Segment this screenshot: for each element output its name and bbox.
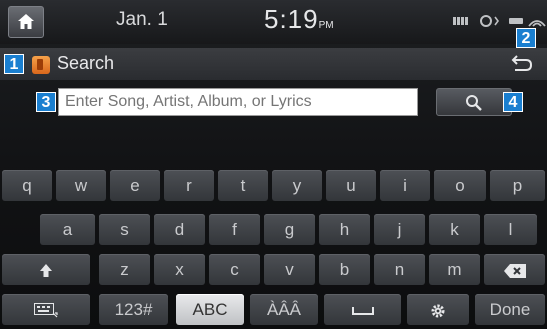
key-d[interactable]: d bbox=[154, 214, 205, 245]
keyboard-hide-icon bbox=[34, 302, 58, 317]
key-w[interactable]: w bbox=[56, 170, 106, 201]
key-a[interactable]: a bbox=[40, 214, 95, 245]
key-m[interactable]: m bbox=[429, 254, 480, 285]
keyboard-hide-key[interactable] bbox=[2, 294, 90, 325]
space-key[interactable] bbox=[324, 294, 401, 325]
ampm-label: PM bbox=[318, 20, 334, 31]
key-r[interactable]: r bbox=[164, 170, 214, 201]
key-b[interactable]: b bbox=[319, 254, 370, 285]
page-title: Search bbox=[57, 53, 115, 73]
key-z[interactable]: z bbox=[99, 254, 150, 285]
settings-icon bbox=[431, 304, 445, 318]
abc-key[interactable]: ABC bbox=[176, 294, 244, 325]
key-y[interactable]: y bbox=[272, 170, 322, 201]
key-i[interactable]: i bbox=[380, 170, 430, 201]
key-k[interactable]: k bbox=[429, 214, 480, 245]
callout-badge-2: 2 bbox=[516, 28, 536, 48]
callout-badge-3: 3 bbox=[36, 92, 56, 112]
key-e[interactable]: e bbox=[110, 170, 160, 201]
shift-icon bbox=[40, 264, 52, 278]
key-h[interactable]: h bbox=[319, 214, 370, 245]
search-button[interactable] bbox=[436, 88, 512, 116]
backspace-key[interactable] bbox=[484, 254, 545, 285]
app-icon bbox=[32, 56, 50, 74]
time-label: 5:19 bbox=[264, 4, 319, 34]
search-input[interactable] bbox=[58, 88, 418, 116]
back-icon[interactable] bbox=[511, 54, 533, 72]
key-x[interactable]: x bbox=[154, 254, 205, 285]
numbers-key[interactable]: 123# bbox=[99, 294, 168, 325]
date-label: Jan. 1 bbox=[116, 9, 168, 30]
title-bar: Search bbox=[0, 48, 547, 80]
home-icon bbox=[18, 14, 34, 29]
key-o[interactable]: o bbox=[434, 170, 486, 201]
callout-badge-4: 4 bbox=[503, 92, 523, 112]
clock: 5:19PM bbox=[264, 4, 334, 35]
key-g[interactable]: g bbox=[264, 214, 315, 245]
status-bar: Jan. 1 5:19PM bbox=[0, 0, 547, 44]
key-f[interactable]: f bbox=[209, 214, 260, 245]
accents-key[interactable]: ÀÂÂ bbox=[250, 294, 318, 325]
key-u[interactable]: u bbox=[326, 170, 376, 201]
key-j[interactable]: j bbox=[374, 214, 425, 245]
key-t[interactable]: t bbox=[218, 170, 268, 201]
key-n[interactable]: n bbox=[374, 254, 425, 285]
search-icon bbox=[466, 95, 482, 111]
keyboard: q w e r t y u i o p a s d f g h j k l z … bbox=[0, 170, 547, 329]
done-key[interactable]: Done bbox=[475, 294, 545, 325]
settings-key[interactable] bbox=[407, 294, 469, 325]
shift-key[interactable] bbox=[2, 254, 90, 285]
key-l[interactable]: l bbox=[484, 214, 537, 245]
space-icon bbox=[351, 306, 374, 315]
key-q[interactable]: q bbox=[2, 170, 52, 201]
key-c[interactable]: c bbox=[209, 254, 260, 285]
screen: Jan. 1 5:19PM 2 Search 1 3 Enter Song, A… bbox=[0, 0, 547, 329]
callout-badge-1: 1 bbox=[4, 54, 24, 74]
key-p[interactable]: p bbox=[490, 170, 545, 201]
backspace-icon bbox=[503, 263, 526, 278]
key-v[interactable]: v bbox=[264, 254, 315, 285]
key-s[interactable]: s bbox=[99, 214, 150, 245]
home-button[interactable] bbox=[8, 6, 44, 38]
